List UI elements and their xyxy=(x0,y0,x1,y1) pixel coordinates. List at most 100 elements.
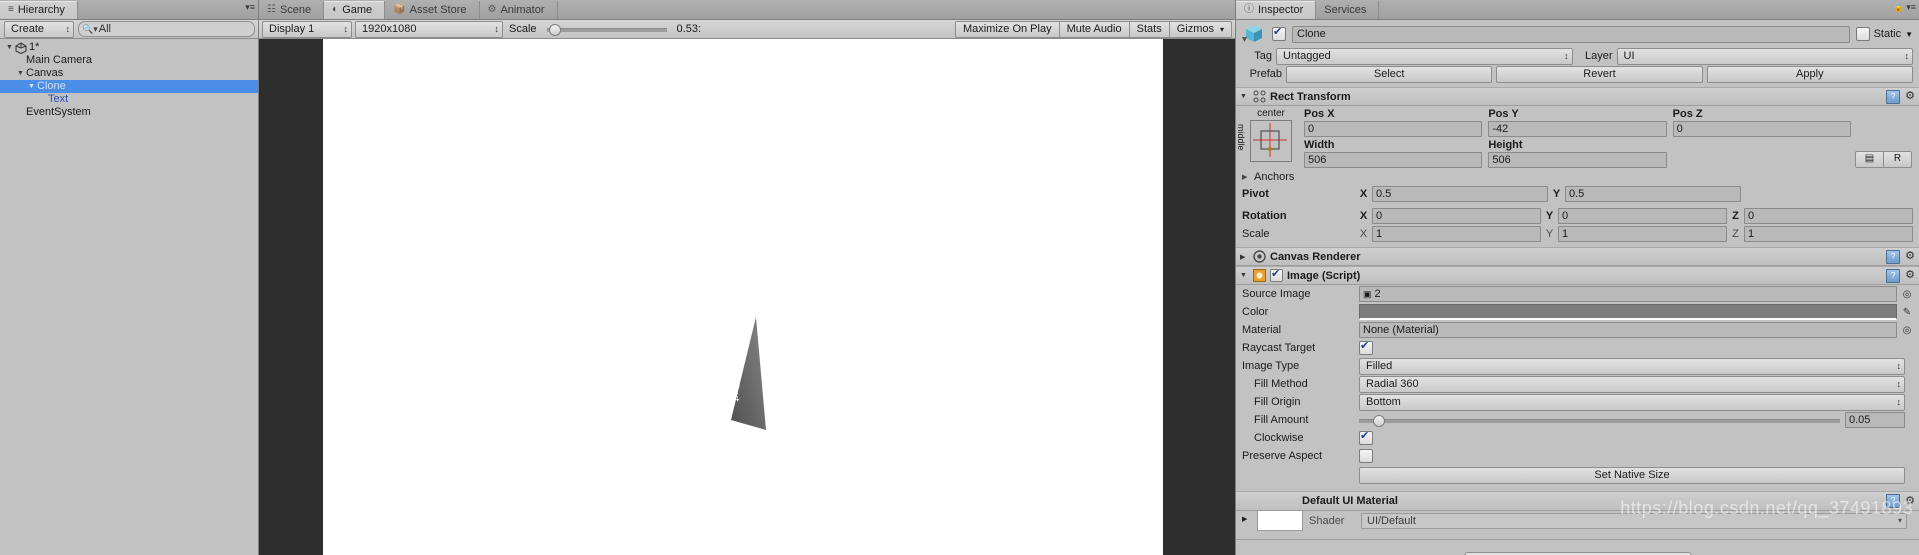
help-icon[interactable]: ? xyxy=(1886,249,1901,264)
tab-animator[interactable]: ⚙ Animator xyxy=(480,1,558,19)
anchors-foldout[interactable]: ▶ Anchors xyxy=(1236,168,1919,185)
display-dropdown[interactable]: Display 1 xyxy=(262,20,352,38)
prefab-select-button[interactable]: Select xyxy=(1286,65,1493,83)
help-icon[interactable]: ? xyxy=(1886,268,1901,283)
stats-button[interactable]: Stats xyxy=(1129,20,1170,38)
scale-slider[interactable] xyxy=(546,22,667,36)
pos-x-input[interactable]: 0 xyxy=(1304,121,1483,137)
chevron-right-icon[interactable]: ▶ xyxy=(1242,173,1251,181)
gear-icon[interactable]: ⚙ xyxy=(1905,91,1915,102)
static-toggle-group[interactable]: Static ▼ xyxy=(1855,27,1913,41)
source-image-field[interactable]: ▣ 2 xyxy=(1359,286,1897,302)
set-native-size-button[interactable]: Set Native Size xyxy=(1359,466,1905,484)
tab-services[interactable]: Services xyxy=(1316,1,1380,19)
scale-y-input[interactable]: 1 xyxy=(1558,226,1727,242)
inspector-menu-icon[interactable]: 🔒 ▾≡ xyxy=(1893,3,1917,12)
image-enabled-checkbox[interactable] xyxy=(1270,268,1283,282)
height-cell: Height 506 xyxy=(1488,139,1667,168)
source-image-picker-icon[interactable]: ◎ xyxy=(1901,289,1913,300)
foldout-icon[interactable]: ▼ xyxy=(1240,272,1249,279)
color-swatch[interactable] xyxy=(1359,304,1897,320)
chevron-down-icon[interactable]: ▼ xyxy=(1905,30,1913,39)
layer-dropdown[interactable]: UI xyxy=(1616,47,1913,65)
hierarchy-item-text[interactable]: ▶Text xyxy=(0,93,258,106)
fill-method-dropdown[interactable]: Radial 360 xyxy=(1359,375,1905,393)
resolution-dropdown-value: 1920x1080 xyxy=(362,23,417,35)
fill-amount-knob[interactable] xyxy=(1373,415,1386,427)
height-input[interactable]: 506 xyxy=(1488,152,1667,168)
maximize-on-play-button[interactable]: Maximize On Play xyxy=(954,20,1060,38)
tab-asset-store[interactable]: 📦 Asset Store xyxy=(385,1,480,19)
eyedropper-icon[interactable]: ✎ xyxy=(1901,307,1913,318)
mute-audio-button[interactable]: Mute Audio xyxy=(1059,20,1130,38)
gizmos-button[interactable]: Gizmos ▾ xyxy=(1169,20,1232,38)
tab-scene[interactable]: ☷ Scene xyxy=(259,1,325,19)
tag-dropdown[interactable]: Untagged xyxy=(1276,47,1573,65)
pivot-y-value: 0.5 xyxy=(1569,187,1585,200)
lock-icon[interactable]: 🔒 xyxy=(1893,2,1904,12)
material-picker-icon[interactable]: ◎ xyxy=(1901,325,1913,336)
preserve-aspect-checkbox[interactable] xyxy=(1359,449,1373,463)
resolution-dropdown[interactable]: 1920x1080 xyxy=(355,20,503,38)
hierarchy-search-input[interactable]: 🔍▾ All xyxy=(78,21,255,37)
hierarchy-item-clone[interactable]: ▼ Clone xyxy=(0,80,258,93)
raw-edit-mode-button[interactable]: R xyxy=(1884,151,1912,168)
pivot-y-input[interactable]: 0.5 xyxy=(1565,186,1741,202)
foldout-icon[interactable]: ▼ xyxy=(1240,93,1249,100)
width-input[interactable]: 506 xyxy=(1304,152,1483,168)
fill-amount-slider[interactable] xyxy=(1359,413,1840,427)
rot-z-input[interactable]: 0 xyxy=(1744,208,1913,224)
material-foldout-icon[interactable]: ▶ xyxy=(1242,515,1251,523)
raycast-target-checkbox[interactable] xyxy=(1359,340,1373,355)
image-type-dropdown[interactable]: Filled xyxy=(1359,357,1905,375)
chevron-down-icon[interactable]: ▾ xyxy=(1220,22,1224,37)
prefab-apply-button[interactable]: Apply xyxy=(1706,65,1913,83)
foldout-icon[interactable]: ▼ xyxy=(15,67,26,80)
fill-amount-input[interactable]: 0.05 xyxy=(1845,412,1905,428)
blueprint-mode-button[interactable]: ▤ xyxy=(1855,151,1884,168)
canvas-renderer-header[interactable]: ▶ Canvas Renderer ? ⚙ xyxy=(1236,247,1919,266)
scale-z-input[interactable]: 1 xyxy=(1744,226,1913,242)
gear-icon[interactable]: ⚙ xyxy=(1905,270,1915,281)
rot-x-input[interactable]: 0 xyxy=(1372,208,1541,224)
tab-hierarchy[interactable]: ≡ Hierarchy xyxy=(0,1,78,19)
material-field[interactable]: None (Material) xyxy=(1359,322,1897,338)
gear-icon[interactable]: ⚙ xyxy=(1905,251,1915,262)
scale-slider-knob[interactable] xyxy=(548,24,561,36)
foldout-icon[interactable]: ▼ xyxy=(26,80,37,93)
hierarchy-menu-icon[interactable]: ▾≡ xyxy=(245,3,255,12)
clockwise-checkbox[interactable] xyxy=(1359,430,1373,445)
prefab-revert-button[interactable]: Revert xyxy=(1496,65,1703,83)
anchor-preset-box[interactable] xyxy=(1250,120,1292,162)
hierarchy-item-eventsystem[interactable]: ▶EventSystem xyxy=(0,106,258,119)
pivot-x-input[interactable]: 0.5 xyxy=(1372,186,1548,202)
game-render-area[interactable]: New Text xyxy=(259,39,1235,555)
game-icon: ◐ xyxy=(332,4,339,15)
pos-y-input[interactable]: -42 xyxy=(1488,121,1667,137)
scale-y-axis: Y xyxy=(1545,228,1554,240)
tab-inspector[interactable]: ⓘ Inspector xyxy=(1236,1,1317,19)
tab-game[interactable]: ◐ Game xyxy=(324,1,386,19)
static-checkbox[interactable] xyxy=(1855,27,1870,41)
fill-origin-label: Fill Origin xyxy=(1254,396,1301,408)
foldout-icon[interactable]: ▼ xyxy=(4,41,15,54)
image-script-header[interactable]: ▼ Image (Script) ? ⚙ xyxy=(1236,266,1919,285)
foldout-icon[interactable]: ▶ xyxy=(1240,253,1249,261)
help-icon[interactable]: ? xyxy=(1886,89,1901,104)
hierarchy-item-main-camera[interactable]: ▶Main Camera xyxy=(0,54,258,67)
gameobject-name-input[interactable]: Clone xyxy=(1292,25,1850,43)
rect-transform-header[interactable]: ▼ Rect Transform ? ⚙ xyxy=(1236,87,1919,106)
anchor-preset-widget[interactable]: center middle xyxy=(1236,108,1300,168)
source-image-value: 2 xyxy=(1374,287,1381,300)
hierarchy-item-1-[interactable]: ▼ 1* xyxy=(0,41,258,54)
scale-x-input[interactable]: 1 xyxy=(1372,226,1541,242)
hierarchy-tree[interactable]: ▼1*▶Main Camera▼Canvas▼Clone▶Text▶EventS… xyxy=(0,39,258,555)
display-dropdown-value: Display 1 xyxy=(269,23,315,35)
fill-origin-dropdown[interactable]: Bottom xyxy=(1359,393,1905,411)
hierarchy-item-canvas[interactable]: ▼ Canvas xyxy=(0,67,258,80)
pos-z-input[interactable]: 0 xyxy=(1672,121,1851,137)
rot-y-input[interactable]: 0 xyxy=(1558,208,1727,224)
gameobject-active-checkbox[interactable] xyxy=(1272,26,1286,41)
static-label: Static xyxy=(1873,28,1902,40)
create-button[interactable]: Create xyxy=(4,20,74,38)
